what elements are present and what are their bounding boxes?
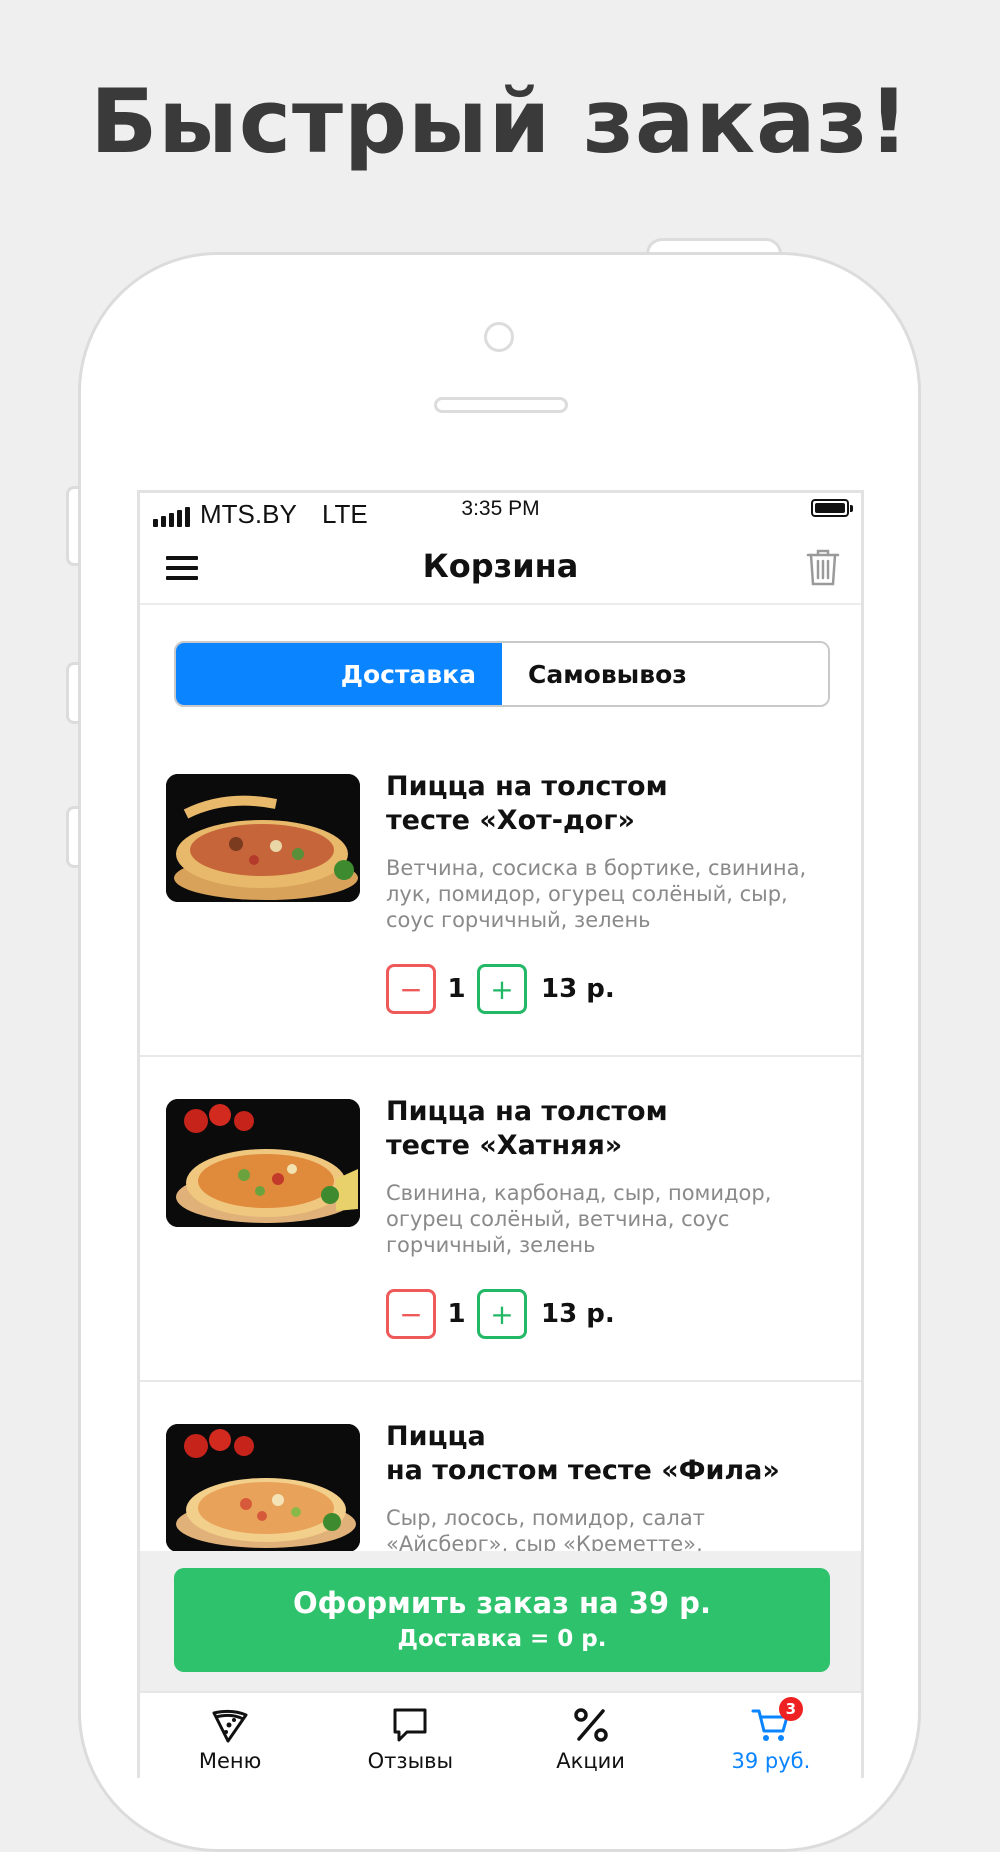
delivery-cost: Доставка = 0 р.: [397, 1626, 607, 1652]
item-description: Сыр, лосось, помидор, салат «Айсберг», с…: [386, 1505, 826, 1557]
item-desc-line: Свинина, карбонад, сыр, помидор,: [386, 1181, 772, 1205]
increase-button[interactable]: +: [477, 964, 527, 1014]
app-screen: MTS.BY LTE 3:35 PM Корзина Доставка Само…: [137, 490, 864, 1778]
tab-reviews[interactable]: Отзывы: [320, 1693, 500, 1778]
decrease-button[interactable]: −: [386, 964, 436, 1014]
promo-headline: Быстрый заказ!: [90, 70, 910, 173]
item-title-line: на толстом тесте «Фила»: [386, 1455, 780, 1486]
tab-label: Акции: [556, 1749, 625, 1773]
item-desc-line: огурец солёный, ветчина, соус: [386, 1207, 730, 1231]
pizza-image: [166, 774, 360, 902]
status-time: 3:35 PM: [461, 497, 540, 520]
tab-menu[interactable]: Меню: [140, 1693, 320, 1778]
battery-icon: [811, 499, 849, 517]
tab-bar: Меню Отзывы Акции 3 39 руб.: [140, 1691, 861, 1778]
item-price: 13 р.: [541, 1299, 615, 1329]
phone-speaker: [434, 397, 568, 413]
pizza-image: [166, 1424, 360, 1552]
item-title-line: Пицца на толстом: [386, 1096, 668, 1127]
cart-item: Пицца на толстом тесте «Хот-дог» Ветчина…: [140, 732, 861, 1057]
nav-bar: Корзина: [140, 537, 861, 605]
percent-icon: [573, 1708, 608, 1742]
increase-button[interactable]: +: [477, 1289, 527, 1339]
tab-label: Отзывы: [367, 1749, 454, 1773]
chat-bubble-icon: [393, 1708, 427, 1742]
item-title-line: Пицца: [386, 1421, 486, 1452]
tab-cart[interactable]: 3 39 руб.: [681, 1693, 861, 1778]
quantity-stepper: − 1 + 13 р.: [386, 964, 615, 1014]
decrease-button[interactable]: −: [386, 1289, 436, 1339]
cart-count-badge: 3: [778, 1697, 803, 1721]
quantity-value: 1: [447, 1299, 466, 1329]
item-title: Пицца на толстом тесте «Хот-дог»: [386, 770, 826, 838]
quantity-value: 1: [447, 974, 466, 1004]
item-title-line: тесте «Хатняя»: [386, 1130, 623, 1161]
delivery-toggle: Доставка Самовывоз: [174, 641, 830, 707]
pizza-slice-icon: [212, 1709, 248, 1743]
item-description: Ветчина, сосиска в бортике, свинина, лук…: [386, 855, 826, 933]
checkout-label: Оформить заказ на 39 р.: [293, 1586, 711, 1620]
quantity-stepper: − 1 + 13 р.: [386, 1289, 615, 1339]
pizza-image: [166, 1099, 360, 1227]
item-desc-line: соус горчичный, зелень: [386, 908, 651, 932]
tab-promotions[interactable]: Акции: [501, 1693, 681, 1778]
trash-icon[interactable]: [805, 547, 841, 587]
item-title-line: Пицца на толстом: [386, 771, 668, 802]
checkout-button[interactable]: Оформить заказ на 39 р. Доставка = 0 р.: [174, 1568, 830, 1672]
phone-camera: [484, 322, 514, 352]
item-desc-line: горчичный, зелень: [386, 1233, 596, 1257]
cart-item: Пицца на толстом тесте «Хатняя» Свинина,…: [140, 1057, 861, 1382]
tab-pickup[interactable]: Самовывоз: [502, 643, 828, 705]
item-desc-line: Ветчина, сосиска в бортике, свинина,: [386, 856, 807, 880]
battery-tip: [850, 505, 853, 512]
status-bar: MTS.BY LTE 3:35 PM: [140, 493, 861, 537]
tab-label: Меню: [198, 1749, 262, 1773]
item-title-line: тесте «Хот-дог»: [386, 805, 635, 836]
tab-delivery[interactable]: Доставка: [176, 643, 502, 705]
item-desc-line: лук, помидор, огурец солёный, сыр,: [386, 882, 788, 906]
item-price: 13 р.: [541, 974, 615, 1004]
page-title: Корзина: [422, 547, 579, 585]
item-title: Пицца на толстом тесте «Фила»: [386, 1420, 826, 1488]
item-desc-line: Сыр, лосось, помидор, салат: [386, 1506, 705, 1530]
tab-label: 39 руб.: [731, 1749, 811, 1773]
item-title: Пицца на толстом тесте «Хатняя»: [386, 1095, 826, 1163]
checkout-bar: Оформить заказ на 39 р. Доставка = 0 р.: [140, 1551, 861, 1691]
item-description: Свинина, карбонад, сыр, помидор, огурец …: [386, 1180, 826, 1258]
